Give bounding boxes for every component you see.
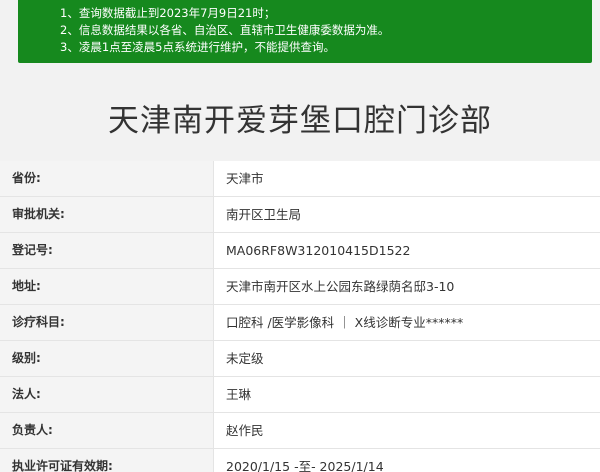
row-label-approval-authority: 审批机关: [0,197,214,232]
row-label-legal-person: 法人: [0,377,214,412]
page: 1、查询数据截止到2023年7月9日21时； 2、信息数据结果以各省、自治区、直… [0,0,600,472]
row-value-province: 天津市 [226,171,264,186]
row-value-person-in-charge: 赵作民 [226,423,264,438]
row-label-level: 级别: [0,341,214,376]
row-value-legal-person: 王琳 [226,387,252,402]
page-title: 天津南开爱芽堡口腔门诊部 [108,103,492,139]
row-label-license-validity: 执业许可证有效期: [0,449,214,472]
table-row: 法人: 王琳 [0,377,600,413]
row-value-level: 未定级 [226,351,264,366]
notice-line-3: 3、凌晨1点至凌晨5点系统进行维护，不能提供查询。 [60,40,335,54]
table-row: 登记号: MA06RF8W312010415D1522 [0,233,600,269]
info-table: 省份: 天津市 审批机关: 南开区卫生局 登记号: MA06RF8W312010… [0,161,600,472]
row-label-treatment-subjects: 诊疗科目: [0,305,214,340]
table-row: 地址: 天津市南开区水上公园东路绿荫名邸3-10 [0,269,600,305]
table-row: 审批机关: 南开区卫生局 [0,197,600,233]
table-row: 负责人: 赵作民 [0,413,600,449]
row-value-treatment-subjects: 口腔科 /医学影像科 ｜ X线诊断专业****** [226,315,464,330]
notice-line-2: 2、信息数据结果以各省、自治区、直辖市卫生健康委数据为准。 [60,23,390,37]
row-label-person-in-charge: 负责人: [0,413,214,448]
row-label-registration-number: 登记号: [0,233,214,268]
table-row: 省份: 天津市 [0,161,600,197]
row-value-address: 天津市南开区水上公园东路绿荫名邸3-10 [226,279,455,294]
row-label-address: 地址: [0,269,214,304]
table-row: 级别: 未定级 [0,341,600,377]
notice-banner: 1、查询数据截止到2023年7月9日21时； 2、信息数据结果以各省、自治区、直… [18,0,592,63]
row-label-province: 省份: [0,161,214,196]
table-row: 诊疗科目: 口腔科 /医学影像科 ｜ X线诊断专业****** [0,305,600,341]
row-value-license-validity: 2020/1/15 -至- 2025/1/14 [226,459,384,472]
table-row: 执业许可证有效期: 2020/1/15 -至- 2025/1/14 [0,449,600,472]
notice-line-1: 1、查询数据截止到2023年7月9日21时； [60,6,276,20]
row-value-approval-authority: 南开区卫生局 [226,207,302,222]
row-value-registration-number: MA06RF8W312010415D1522 [226,243,411,258]
